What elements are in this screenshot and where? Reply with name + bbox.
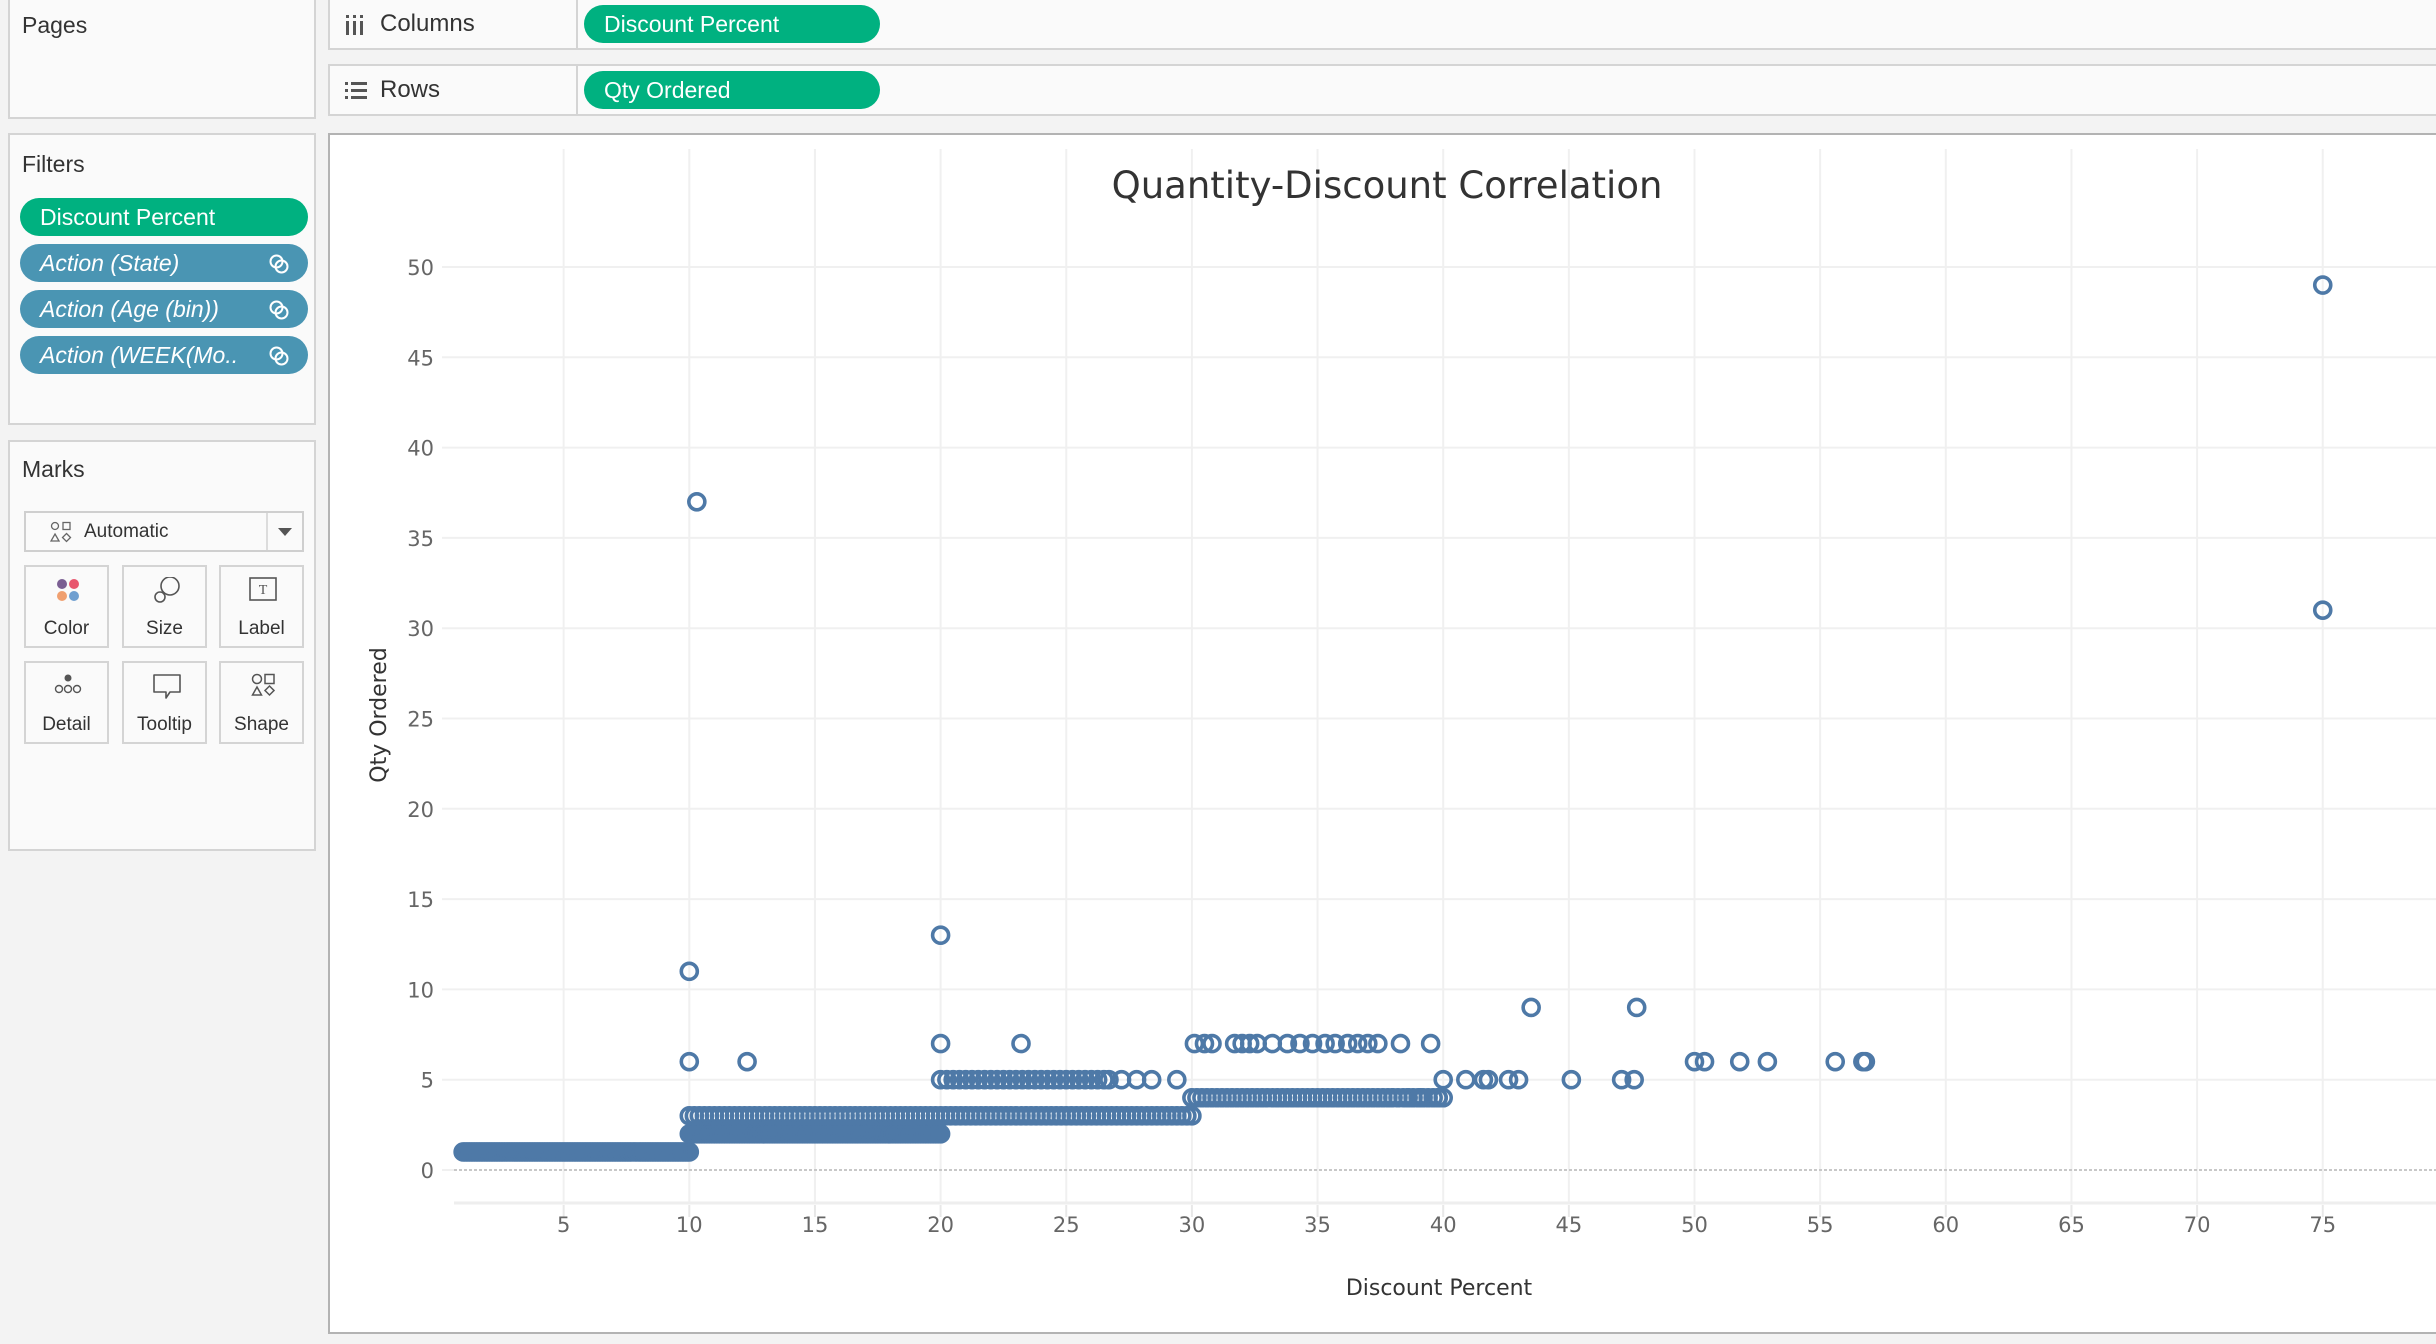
columns-pill-discount-percent[interactable]: Discount Percent (584, 5, 880, 43)
data-point (1694, 1051, 1715, 1072)
data-point (1626, 997, 1647, 1018)
detail-label: Detail (42, 714, 91, 735)
filters-title: Filters (22, 151, 85, 177)
automatic-shapes-icon (50, 521, 72, 543)
pages-title: Pages (22, 12, 88, 38)
y-tick-label: 35 (407, 527, 434, 551)
color-button[interactable]: Color (24, 565, 109, 648)
filters-card: Filters Discount Percent Action (State) … (8, 133, 316, 425)
columns-label: Columns (380, 10, 475, 37)
filter-pill-action-age-bin[interactable]: Action (Age (bin)) (20, 290, 308, 328)
y-tick-label: 25 (407, 708, 434, 732)
x-tick-label: 65 (2058, 1213, 2085, 1237)
y-tick-label: 30 (407, 617, 434, 641)
color-label: Color (43, 618, 90, 639)
chevron-down-icon[interactable] (278, 528, 292, 536)
x-tick-label: 5 (557, 1213, 570, 1237)
shape-button[interactable]: Shape (219, 661, 304, 744)
data-point (1757, 1051, 1778, 1072)
data-point (1420, 1033, 1441, 1054)
chart-title: Quantity-Discount Correlation (1112, 164, 1663, 207)
columns-shelf[interactable]: Columns Discount Percent (328, 0, 2436, 50)
label-icon: T (249, 577, 277, 601)
x-tick-label: 60 (1932, 1213, 1959, 1237)
data-point (1390, 1033, 1411, 1054)
rows-label: Rows (380, 76, 441, 103)
x-tick-label: 20 (927, 1213, 954, 1237)
mark-type-dropdown[interactable]: Automatic (24, 511, 304, 552)
columns-icon (346, 15, 363, 35)
data-point (1825, 1051, 1846, 1072)
x-tick-label: 70 (2184, 1213, 2211, 1237)
y-tick-label: 20 (407, 798, 434, 822)
data-point (1011, 1033, 1031, 1054)
y-axis-title: Qty Ordered (367, 647, 392, 783)
data-point (1521, 997, 1541, 1018)
rows-shelf[interactable]: Rows Qty Ordered (328, 64, 2436, 116)
y-tick-label: 5 (421, 1069, 434, 1093)
detail-icon (54, 674, 82, 694)
linked-rings-icon (269, 300, 289, 320)
x-tick-label: 50 (1681, 1213, 1708, 1237)
data-point (737, 1051, 757, 1072)
tooltip-icon (153, 674, 181, 699)
marks-title: Marks (22, 456, 85, 482)
shape-label: Shape (234, 714, 289, 735)
data-point (1368, 1033, 1388, 1054)
label-button[interactable]: T Label (219, 565, 304, 648)
data-point (687, 491, 707, 512)
data-point (1729, 1051, 1750, 1072)
size-button[interactable]: Size (122, 565, 207, 648)
size-label: Size (146, 618, 183, 639)
filter-pill-action-state[interactable]: Action (State) (20, 244, 308, 282)
x-tick-label: 25 (1053, 1213, 1080, 1237)
y-tick-label: 15 (407, 888, 434, 912)
y-tick-label: 45 (407, 346, 434, 370)
rows-icon (345, 82, 367, 99)
rows-pill-qty-ordered[interactable]: Qty Ordered (584, 71, 880, 109)
filter-pill-label: Action (Age (bin)) (40, 296, 219, 322)
marks-card: Marks Automatic Color Size T Label Detai… (8, 440, 316, 851)
size-icon (154, 577, 180, 603)
filter-pill-label: Discount Percent (40, 204, 216, 230)
mark-type-value: Automatic (84, 521, 169, 542)
filter-pill-action-week[interactable]: Action (WEEK(Mo.. (20, 336, 308, 374)
tooltip-label: Tooltip (137, 714, 192, 735)
filter-pill-discount-percent[interactable]: Discount Percent (20, 198, 308, 236)
filter-pill-label: Action (WEEK(Mo.. (40, 342, 239, 368)
y-tick-label: 0 (421, 1159, 434, 1183)
detail-button[interactable]: Detail (24, 661, 109, 744)
y-tick-label: 10 (407, 978, 434, 1002)
columns-shelf-header: Columns (330, 0, 578, 48)
x-tick-label: 40 (1430, 1213, 1457, 1237)
linked-rings-icon (269, 346, 289, 366)
svg-text:T: T (259, 583, 268, 598)
tooltip-button[interactable]: Tooltip (122, 661, 207, 744)
dropdown-separator (266, 513, 268, 550)
x-tick-label: 10 (676, 1213, 703, 1237)
y-tick-label: 40 (407, 437, 434, 461)
x-tick-label: 45 (1555, 1213, 1582, 1237)
x-tick-label: 75 (2309, 1213, 2336, 1237)
x-tick-label: 55 (1807, 1213, 1834, 1237)
linked-rings-icon (269, 254, 289, 274)
shape-icon (251, 673, 276, 697)
filter-pill-label: Action (State) (40, 250, 180, 276)
x-tick-label: 15 (802, 1213, 829, 1237)
rows-shelf-header: Rows (330, 66, 578, 114)
y-tick-label: 50 (407, 256, 434, 280)
worksheet-view[interactable]: Quantity-Discount Correlation 5 10 15 20 25 3… (328, 133, 2436, 1334)
x-tick-label: 35 (1304, 1213, 1331, 1237)
pages-card: Pages (8, 0, 316, 119)
x-axis-title: Discount Percent (1346, 1276, 1533, 1301)
x-tick-label: 30 (1179, 1213, 1206, 1237)
color-icon (57, 579, 79, 601)
scatter-chart[interactable]: Quantity-Discount Correlation 5 10 15 20 25 3… (330, 135, 2436, 1335)
label-label: Label (238, 618, 285, 639)
